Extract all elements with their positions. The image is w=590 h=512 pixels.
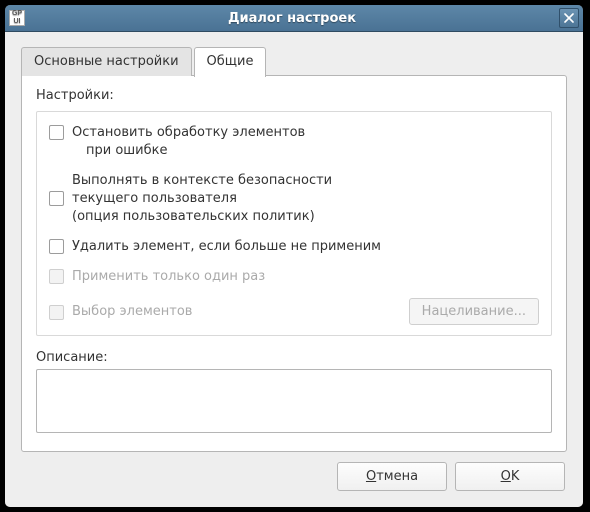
checkbox-remove-if-na[interactable] <box>49 239 64 254</box>
description-textarea[interactable] <box>36 369 552 433</box>
label-security-context: Выполнять в контексте безопасности текущ… <box>72 172 332 226</box>
checkbox-security-context[interactable] <box>49 191 64 206</box>
options-box: Остановить обработку элементов при ошибк… <box>36 111 552 336</box>
tab-common[interactable]: Общие <box>194 47 267 77</box>
description-label: Описание: <box>36 350 552 365</box>
close-button[interactable] <box>559 8 579 28</box>
app-icon: GPUI <box>9 10 25 26</box>
tab-panel-common: Настройки: Остановить обработку элементо… <box>21 75 567 452</box>
checkbox-apply-once <box>49 269 64 284</box>
settings-label: Настройки: <box>36 88 552 103</box>
checkbox-stop-on-error[interactable] <box>49 125 64 140</box>
dialog-footer: Отмена OK <box>21 452 567 493</box>
settings-dialog-window: GPUI Диалог настроек Основные настройки … <box>4 4 584 508</box>
label-stop-on-error: Остановить обработку элементов при ошибк… <box>72 124 305 160</box>
titlebar: GPUI Диалог настроек <box>5 5 583 32</box>
client-area: Основные настройки Общие Настройки: Оста… <box>5 32 583 507</box>
close-icon <box>564 13 574 23</box>
label-remove-if-na: Удалить элемент, если больше не применим <box>72 238 381 256</box>
tab-main-settings[interactable]: Основные настройки <box>21 47 192 76</box>
label-apply-once: Применить только один раз <box>72 268 265 286</box>
tab-bar: Основные настройки Общие <box>21 46 567 76</box>
ok-button[interactable]: OK <box>455 462 565 491</box>
checkbox-item-targeting <box>49 305 64 320</box>
label-item-targeting: Выбор элементов <box>72 303 192 321</box>
targeting-button: Нацеливание... <box>409 298 539 325</box>
cancel-button[interactable]: Отмена <box>337 462 447 491</box>
window-title: Диалог настроек <box>25 11 559 26</box>
